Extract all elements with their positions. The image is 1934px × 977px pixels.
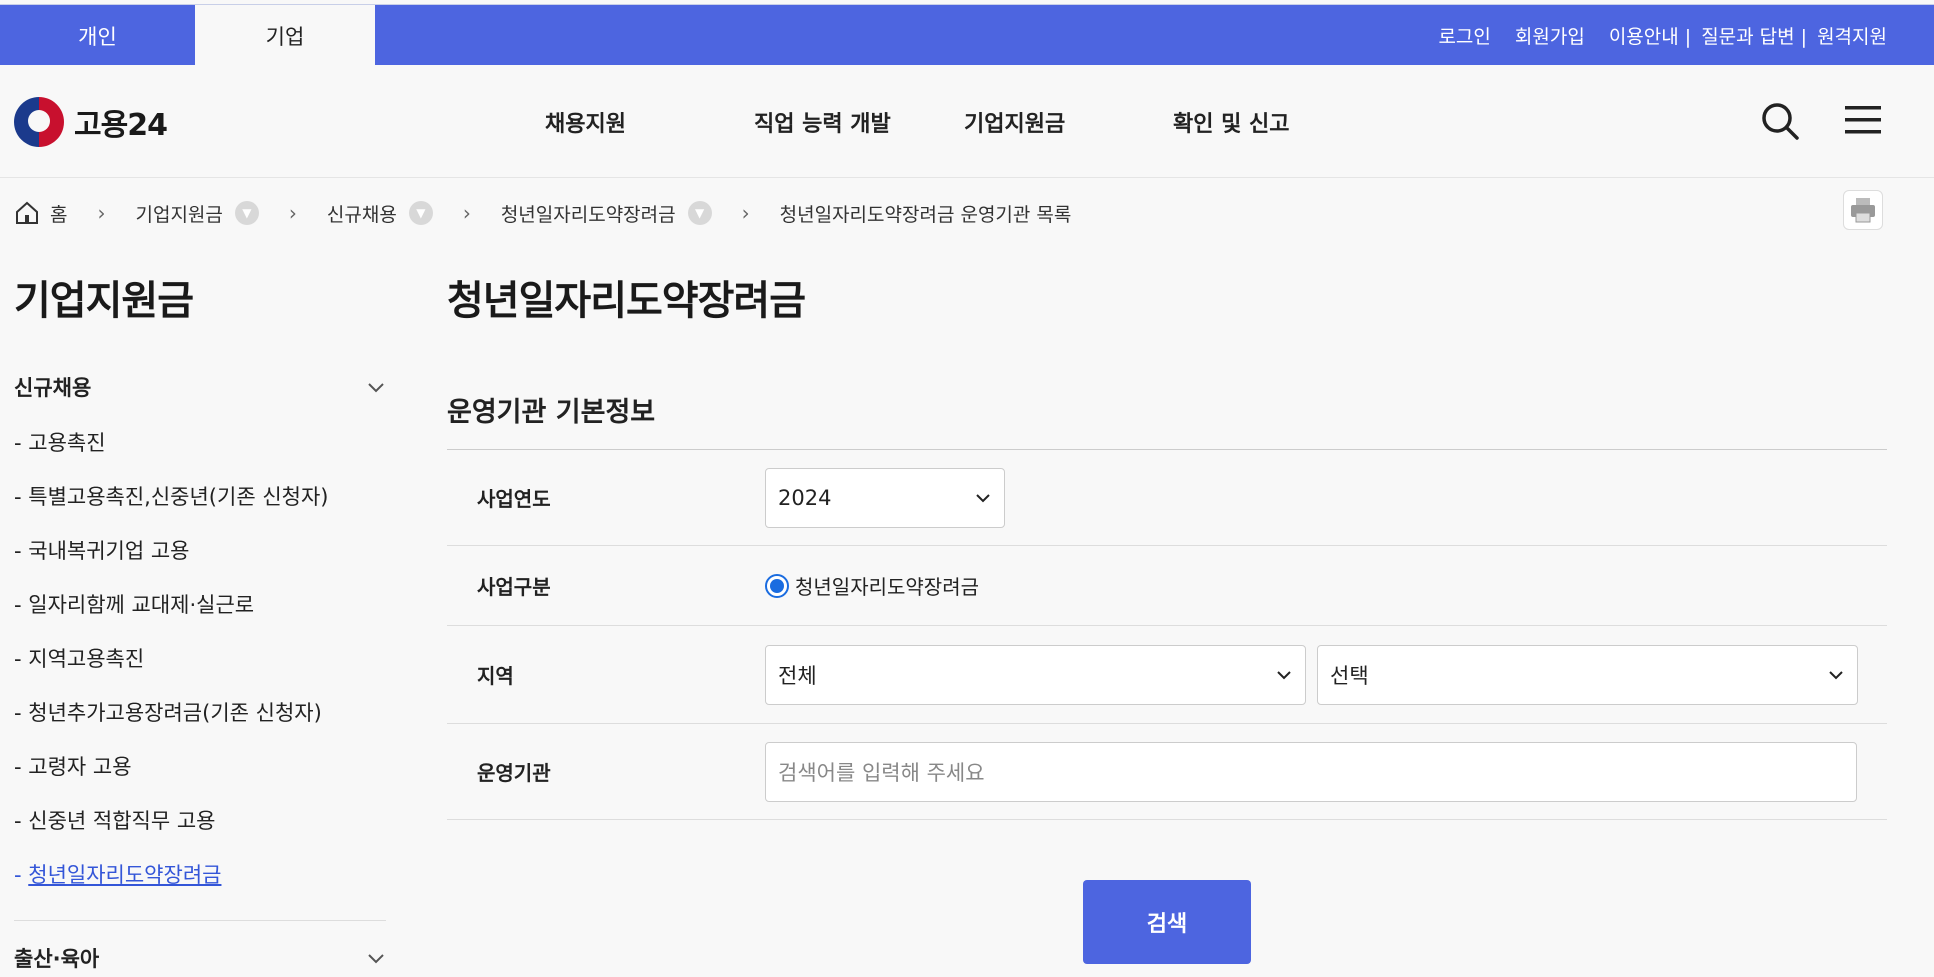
signup-link[interactable]: 회원가입 (1515, 22, 1585, 49)
sidebar-divider (14, 920, 386, 921)
breadcrumb-new-hire[interactable]: 신규채용 ▼ (327, 200, 433, 227)
year-label: 사업연도 (447, 483, 765, 512)
main-content: 청년일자리도약장려금 운영기관 기본정보 사업연도 2024 사업구분 청년일자… (447, 268, 1887, 820)
top-bar: 개인 기업 로그인 회원가입 이용안내 | 질문과 답변 | 원격지원 (0, 4, 1934, 65)
breadcrumb-label: 신규채용 (327, 200, 397, 227)
sidebar-item[interactable]: - 지역고용촉진 (14, 632, 386, 686)
print-button[interactable] (1843, 190, 1883, 230)
region-select-value: 전체 (778, 660, 817, 690)
dropdown-toggle-icon[interactable]: ▼ (235, 201, 259, 225)
hamburger-menu-icon[interactable] (1843, 103, 1883, 137)
sidebar-item[interactable]: - 청년추가고용장려금(기존 신청자) (14, 686, 386, 740)
year-select[interactable]: 2024 (765, 468, 1005, 528)
org-search-input[interactable]: 검색어를 입력해 주세요 (765, 742, 1857, 802)
search-button[interactable]: 검색 (1083, 880, 1251, 964)
search-form: 사업연도 2024 사업구분 청년일자리도약장려금 지역 전체 (447, 449, 1887, 820)
sidebar-item[interactable]: - 신중년 적합직무 고용 (14, 794, 386, 848)
region-sub-select-value: 선택 (1330, 660, 1369, 690)
printer-icon (1848, 195, 1878, 225)
region-sub-select[interactable]: 선택 (1317, 645, 1858, 705)
nav-job-training[interactable]: 직업 능력 개발 (754, 106, 891, 138)
nav-subsidy[interactable]: 기업지원금 (964, 106, 1065, 138)
sidebar-item-active-label: 청년일자리도약장려금 (28, 863, 221, 887)
sidebar-list: - 고용촉진 - 특별고용촉진,신중년(기존 신청자) - 국내복귀기업 고용 … (14, 416, 386, 902)
chevron-down-icon (366, 377, 386, 397)
chevron-down-icon (1275, 666, 1293, 684)
chevron-right-icon: › (463, 201, 471, 225)
breadcrumb-label: 기업지원금 (135, 200, 222, 227)
type-label: 사업구분 (447, 571, 765, 600)
form-row-type: 사업구분 청년일자리도약장려금 (447, 546, 1887, 626)
form-row-region: 지역 전체 선택 (447, 626, 1887, 724)
sidebar: 기업지원금 신규채용 - 고용촉진 - 특별고용촉진,신중년(기존 신청자) -… (14, 268, 386, 973)
type-radio-label: 청년일자리도약장려금 (795, 571, 979, 600)
breadcrumb-youth-subsidy[interactable]: 청년일자리도약장려금 ▼ (501, 200, 712, 227)
main-nav: 채용지원 직업 능력 개발 기업지원금 확인 및 신고 (0, 65, 1934, 178)
home-icon (14, 200, 40, 226)
chevron-right-icon: › (97, 201, 105, 225)
region-select[interactable]: 전체 (765, 645, 1306, 705)
chevron-right-icon: › (742, 201, 750, 225)
dropdown-toggle-icon[interactable]: ▼ (688, 201, 712, 225)
search-icon[interactable] (1760, 101, 1800, 141)
breadcrumb-label: 청년일자리도약장려금 (501, 200, 676, 227)
sidebar-item[interactable]: - 고용촉진 (14, 416, 386, 470)
section-title: 운영기관 기본정보 (447, 390, 1887, 429)
sidebar-group-childcare[interactable]: 출산·육아 (14, 943, 386, 973)
breadcrumb: 홈 › 기업지원금 ▼ › 신규채용 ▼ › 청년일자리도약장려금 ▼ › 청년… (14, 193, 1071, 233)
sidebar-item[interactable]: - 일자리함께 교대제·실근로 (14, 578, 386, 632)
form-row-org: 운영기관 검색어를 입력해 주세요 (447, 724, 1887, 820)
sidebar-group-label: 출산·육아 (14, 943, 99, 973)
sidebar-group-label: 신규채용 (14, 372, 91, 402)
qna-link[interactable]: 질문과 답변 | (1701, 22, 1807, 49)
chevron-down-icon (974, 489, 992, 507)
nav-confirm-report[interactable]: 확인 및 신고 (1173, 106, 1290, 138)
type-radio[interactable]: 청년일자리도약장려금 (765, 571, 979, 600)
guide-link[interactable]: 이용안내 | (1609, 22, 1691, 49)
chevron-down-icon (1827, 666, 1845, 684)
breadcrumb-current: 청년일자리도약장려금 운영기관 목록 (780, 200, 1072, 227)
sidebar-item-prefix: - (14, 863, 28, 887)
breadcrumb-subsidy[interactable]: 기업지원금 ▼ (135, 200, 258, 227)
sidebar-item[interactable]: - 고령자 고용 (14, 740, 386, 794)
page-title: 청년일자리도약장려금 (447, 268, 1887, 326)
breadcrumb-home[interactable]: 홈 (14, 200, 67, 227)
sidebar-group-new-hire[interactable]: 신규채용 (14, 372, 386, 402)
sidebar-item-active[interactable]: - 청년일자리도약장려금 (14, 848, 386, 902)
year-select-value: 2024 (778, 486, 831, 510)
form-row-year: 사업연도 2024 (447, 450, 1887, 546)
chevron-right-icon: › (289, 201, 297, 225)
site-header: 고용24 채용지원 직업 능력 개발 기업지원금 확인 및 신고 (0, 65, 1934, 178)
remote-support-link[interactable]: 원격지원 (1817, 22, 1887, 49)
tab-company[interactable]: 기업 (195, 5, 375, 66)
nav-recruit[interactable]: 채용지원 (545, 106, 626, 138)
radio-selected-icon (765, 574, 789, 598)
chevron-down-icon (366, 948, 386, 968)
utility-menu: 로그인 회원가입 이용안내 | 질문과 답변 | 원격지원 (1414, 5, 1887, 66)
region-label: 지역 (447, 660, 765, 689)
org-label: 운영기관 (447, 757, 765, 786)
sidebar-item[interactable]: - 특별고용촉진,신중년(기존 신청자) (14, 470, 386, 524)
breadcrumb-home-label: 홈 (50, 200, 67, 227)
dropdown-toggle-icon[interactable]: ▼ (409, 201, 433, 225)
sidebar-item[interactable]: - 국내복귀기업 고용 (14, 524, 386, 578)
login-link[interactable]: 로그인 (1438, 22, 1490, 49)
sidebar-title: 기업지원금 (14, 268, 386, 326)
tab-personal[interactable]: 개인 (0, 5, 195, 66)
